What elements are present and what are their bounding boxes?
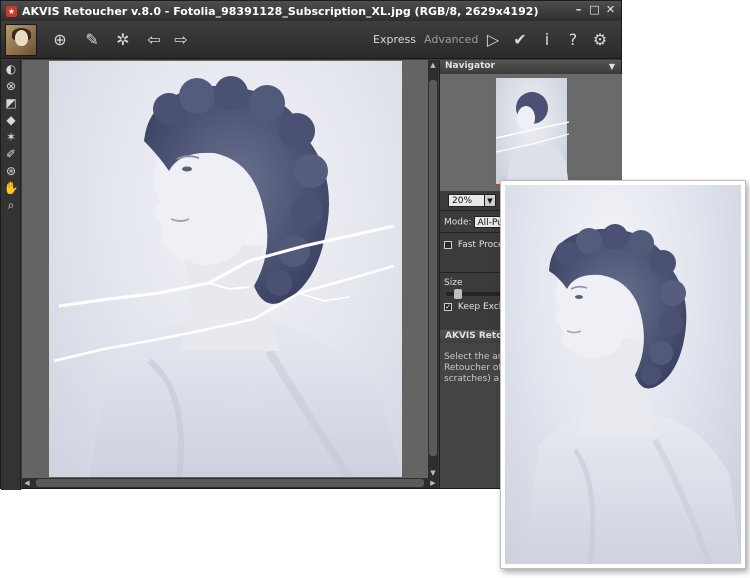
main-toolbar: ⊕ ✎ ✲ ⇦ ⇨ Express Advanced ▷ ✔ ⅰ ? ⚙ — [1, 21, 621, 59]
title-bar[interactable]: ★ AKVIS Retoucher v.8.0 - Fotolia_983911… — [1, 1, 621, 21]
zoom-icon[interactable]: ⌕ — [3, 198, 19, 213]
image-canvas[interactable] — [22, 60, 428, 478]
help-icon[interactable]: ? — [563, 30, 583, 50]
patch-icon[interactable]: ◆ — [3, 113, 19, 128]
scroll-left-icon[interactable]: ◀ — [22, 478, 32, 488]
horizontal-scrollbar[interactable]: ◀ ▶ — [22, 478, 438, 488]
info-icon[interactable]: ⅰ — [537, 30, 557, 50]
run-icon[interactable]: ▷ — [483, 30, 503, 50]
zoom-select[interactable]: 20% — [448, 193, 485, 207]
minimize-button[interactable]: – — [572, 3, 585, 16]
advanced-mode-tab[interactable]: Advanced — [424, 33, 478, 46]
damaged-photo[interactable] — [49, 61, 402, 477]
preferences-icon[interactable]: ⚙ — [590, 30, 610, 50]
zoom-dropdown-icon[interactable]: ▼ — [485, 193, 496, 207]
collapse-chevron-icon[interactable]: ▼ — [609, 60, 615, 73]
forward-arrow-icon[interactable]: ⇨ — [171, 30, 191, 50]
navigator-preview[interactable] — [440, 74, 622, 191]
vertical-scrollbar[interactable]: ▲ ▼ — [428, 60, 438, 478]
scroll-down-icon[interactable]: ▼ — [428, 468, 438, 478]
clone-stamp-icon[interactable]: ⊛ — [3, 164, 19, 179]
maximize-button[interactable]: □ — [588, 3, 601, 16]
window-controls: – □ ✕ — [572, 3, 617, 16]
apply-icon[interactable]: ✔ — [510, 30, 530, 50]
express-mode-tab[interactable]: Express — [373, 33, 416, 46]
vertical-scroll-thumb[interactable] — [429, 80, 437, 456]
eraser-icon[interactable]: ◩ — [3, 96, 19, 111]
app-portrait-icon — [5, 24, 37, 56]
restored-photo-frame — [500, 180, 746, 569]
back-arrow-icon[interactable]: ⇦ — [144, 30, 164, 50]
scroll-right-icon[interactable]: ▶ — [428, 478, 438, 488]
magic-wand-icon[interactable]: ✶ — [3, 130, 19, 145]
exclusion-brush-icon[interactable]: ⊗ — [3, 79, 19, 94]
fast-processing-checkbox[interactable] — [444, 240, 452, 249]
window-title: AKVIS Retoucher v.8.0 - Fotolia_98391128… — [22, 4, 539, 18]
pencil-icon[interactable]: ✐ — [3, 147, 19, 162]
retouch-brush-icon[interactable]: ◐ — [3, 62, 19, 77]
mode-label: Mode: — [444, 217, 472, 228]
tools-column: ◐ ⊗ ◩ ◆ ✶ ✐ ⊛ ✋ ⌕ — [1, 60, 21, 490]
close-button[interactable]: ✕ — [604, 3, 617, 16]
settings-gear-icon[interactable]: ✲ — [113, 30, 133, 50]
app-logo-icon: ★ — [6, 5, 17, 17]
save-icon[interactable]: ✎ — [82, 30, 102, 50]
size-slider-handle[interactable] — [454, 289, 462, 299]
restored-photo — [505, 185, 741, 564]
navigator-viewport[interactable] — [495, 77, 570, 186]
navigator-header[interactable]: Navigator ▼ — [440, 60, 621, 73]
hand-icon[interactable]: ✋ — [3, 181, 19, 196]
navigator-title: Navigator — [445, 61, 495, 71]
horizontal-scroll-thumb[interactable] — [36, 479, 424, 487]
scroll-up-icon[interactable]: ▲ — [428, 60, 438, 70]
size-label: Size — [444, 278, 463, 288]
open-icon[interactable]: ⊕ — [50, 30, 70, 50]
keep-exclusion-checkbox[interactable]: ✓ — [444, 302, 452, 311]
